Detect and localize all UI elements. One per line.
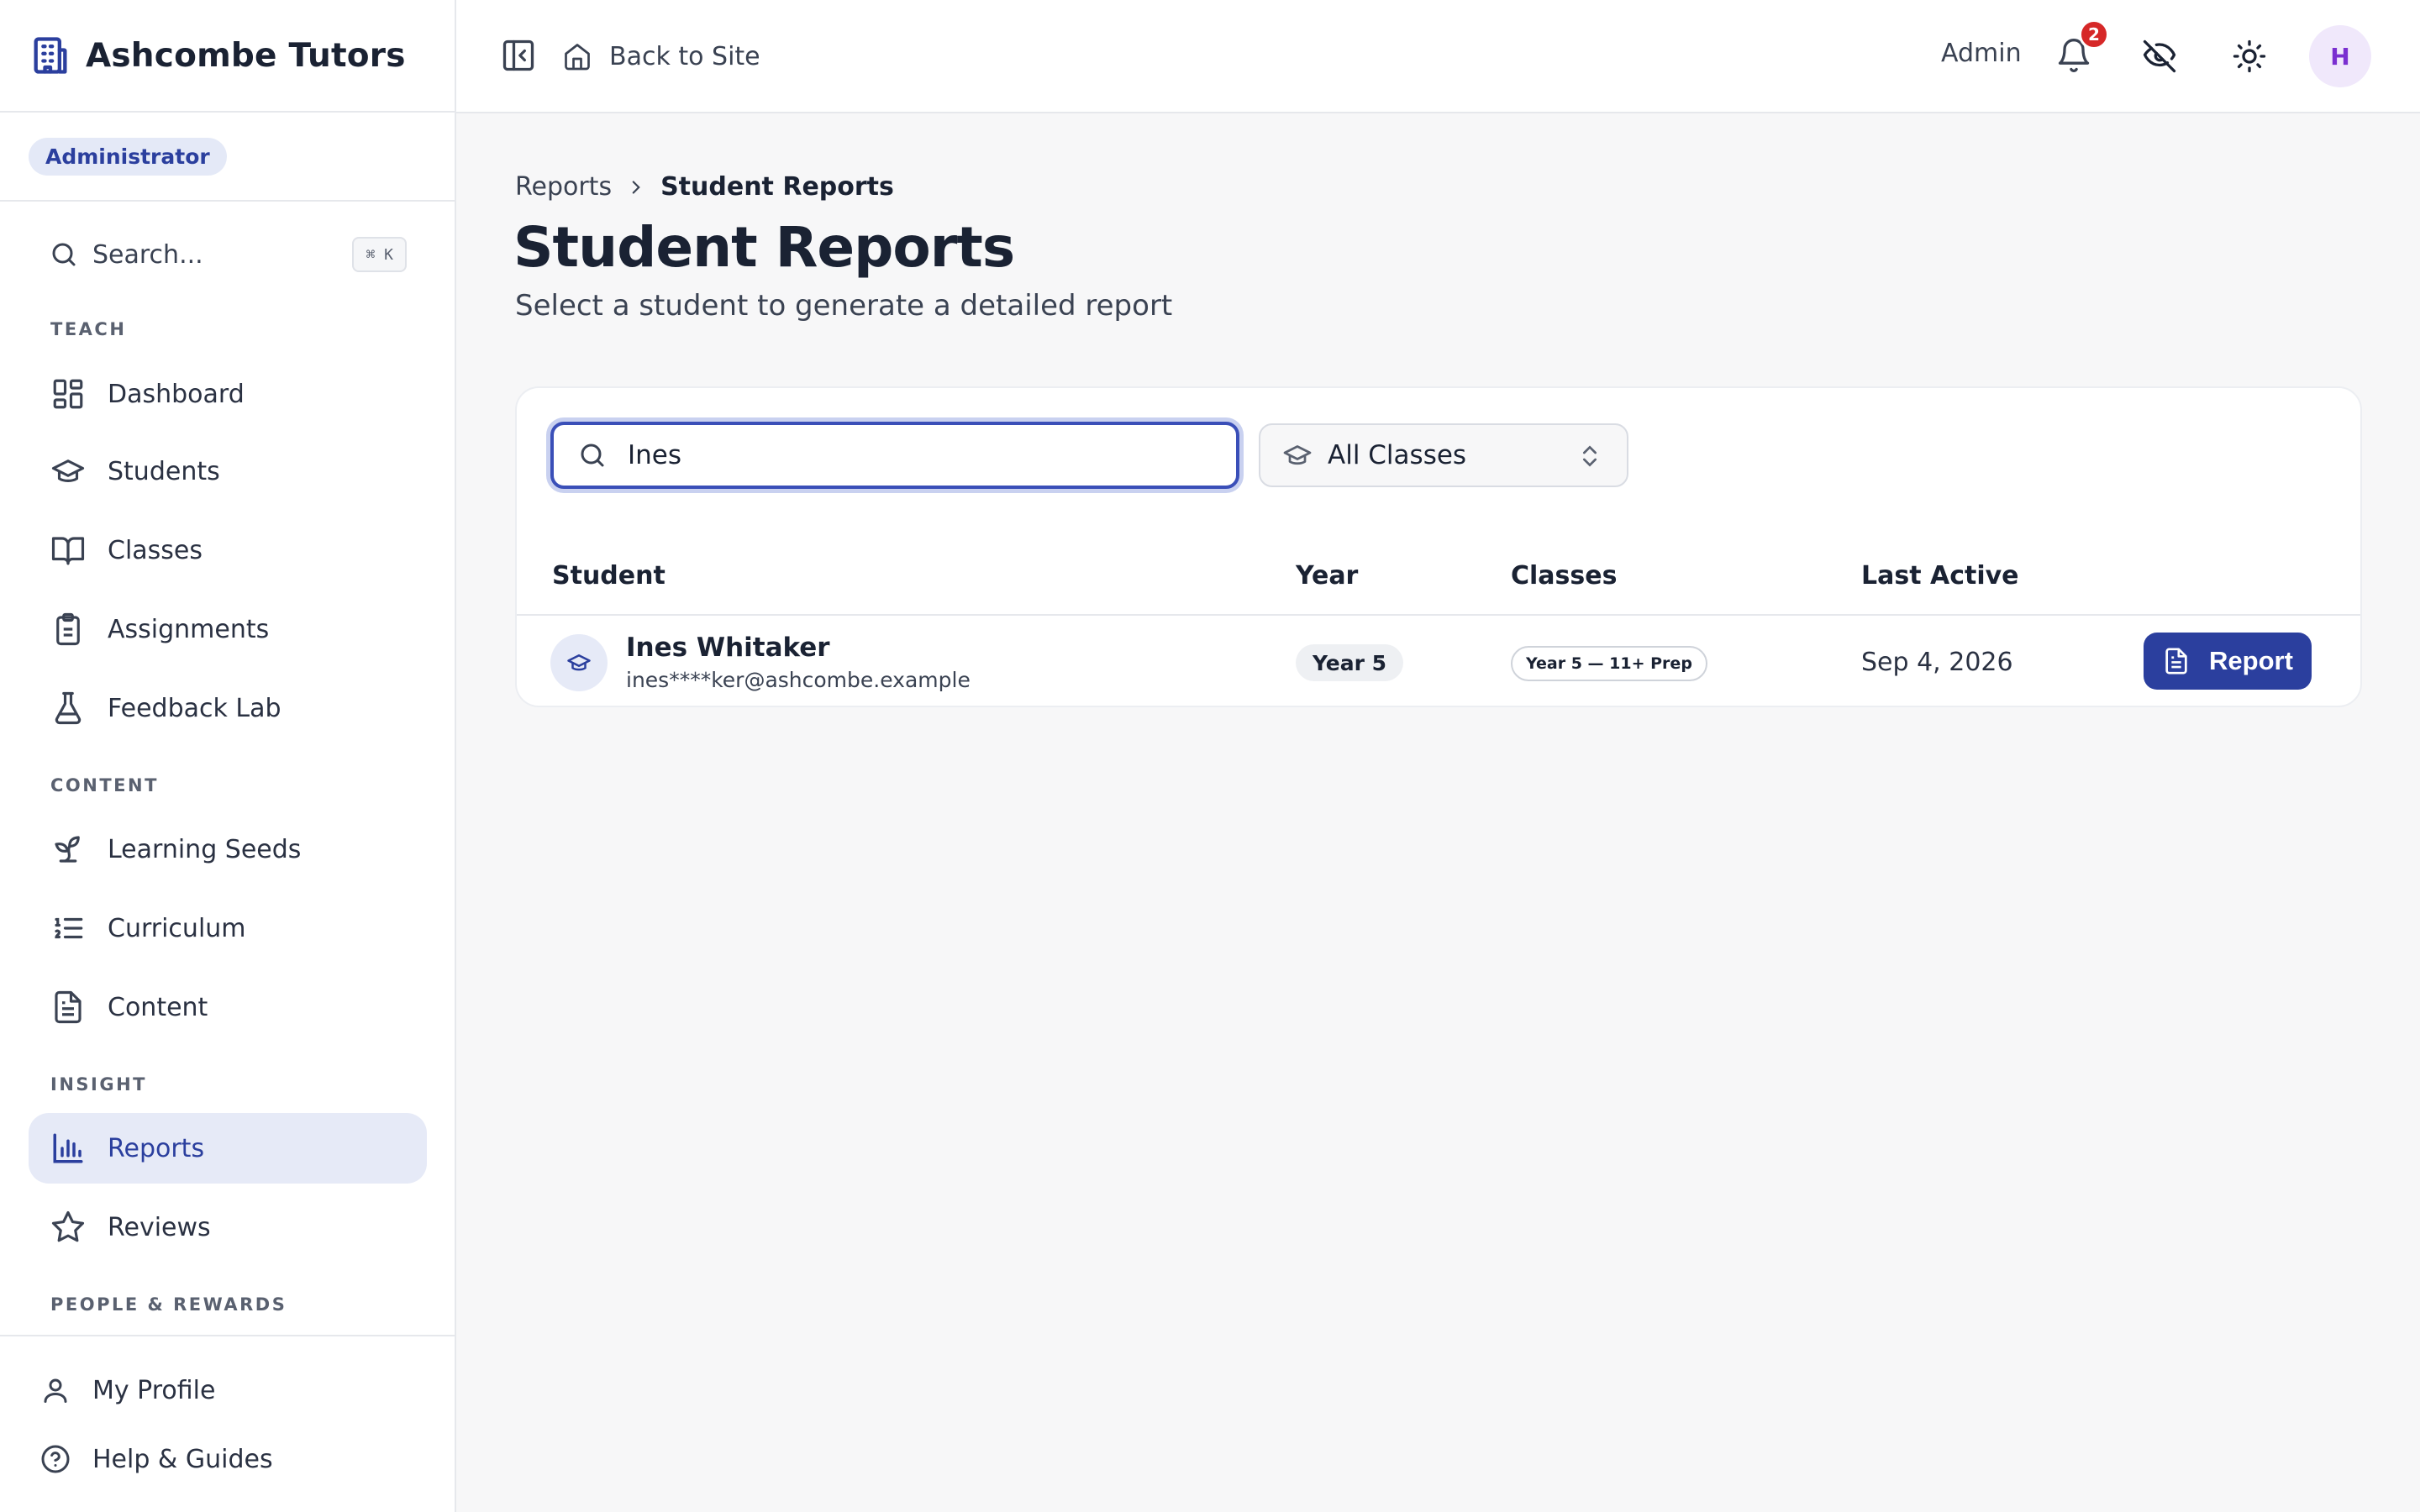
breadcrumb-current: Student Reports: [660, 172, 894, 202]
year-badge: Year 5: [1296, 644, 1404, 681]
column-header-last-active[interactable]: Last Active: [1861, 561, 2019, 591]
search-icon: [49, 239, 79, 270]
class-badge: Year 5 — 11+ Prep: [1511, 646, 1707, 681]
sidebar-search[interactable]: Search... ⌘ K: [29, 228, 407, 281]
avatar[interactable]: H: [2309, 25, 2371, 87]
sidebar-item-content[interactable]: Content: [29, 972, 427, 1042]
chevrons-up-down-icon: [1576, 442, 1603, 470]
sidebar-item-label: Assignments: [108, 614, 270, 644]
breadcrumb: Reports Student Reports: [515, 172, 894, 202]
sidebar-item-learning-seeds[interactable]: Learning Seeds: [29, 814, 427, 885]
eye-off-icon[interactable]: [2142, 39, 2177, 74]
graduation-cap-icon: [1282, 440, 1313, 470]
file-text-icon: [2162, 647, 2191, 675]
student-search-field[interactable]: [628, 440, 1199, 470]
notification-count-badge: 2: [2079, 19, 2109, 50]
sidebar-item-label: Curriculum: [108, 913, 246, 943]
class-filter-value: All Classes: [1328, 440, 1467, 470]
breadcrumb-parent[interactable]: Reports: [515, 172, 612, 202]
column-header-year[interactable]: Year: [1296, 561, 1358, 591]
section-label-content: CONTENT: [50, 775, 159, 795]
sidebar-item-label: My Profile: [92, 1375, 216, 1405]
graduation-cap-icon: [567, 654, 591, 671]
sidebar-item-my-profile[interactable]: My Profile: [40, 1369, 215, 1411]
sidebar-collapse-icon[interactable]: [500, 37, 537, 74]
page-title: Student Reports: [513, 215, 1015, 280]
report-button-label: Report: [2209, 646, 2293, 675]
sidebar-item-curriculum[interactable]: Curriculum: [29, 893, 427, 963]
sidebar-item-label: Students: [108, 456, 220, 486]
column-header-student[interactable]: Student: [552, 561, 666, 591]
building-icon: [29, 34, 72, 77]
sidebar-item-label: Classes: [108, 535, 203, 565]
sidebar-item-label: Learning Seeds: [108, 834, 302, 864]
sidebar-item-classes[interactable]: Classes: [29, 515, 427, 585]
book-open-icon: [50, 533, 86, 568]
student-email: ines****ker@ashcombe.example: [626, 668, 971, 692]
user-role-label[interactable]: Admin: [1941, 39, 2022, 68]
section-label-teach: TEACH: [50, 319, 127, 339]
sidebar-item-label: Dashboard: [108, 379, 245, 409]
brand-name: Ashcombe Tutors: [86, 36, 406, 75]
last-active-date: Sep 4, 2026: [1861, 648, 2013, 677]
student-search-input[interactable]: [550, 422, 1239, 489]
dashboard-icon: [50, 376, 86, 412]
student-reports-card: All Classes Student Year Classes Last Ac…: [515, 386, 2362, 707]
sidebar-footer: My Profile Help & Guides: [0, 1335, 455, 1512]
sidebar-item-label: Content: [108, 992, 208, 1022]
file-text-icon: [50, 990, 86, 1025]
role-area: Administrator: [0, 113, 455, 202]
section-label-insight: INSIGHT: [50, 1074, 147, 1095]
generate-report-button[interactable]: Report: [2144, 633, 2312, 690]
class-filter-select[interactable]: All Classes: [1259, 423, 1628, 487]
help-circle-icon: [40, 1444, 71, 1474]
sidebar-item-help-guides[interactable]: Help & Guides: [40, 1438, 273, 1480]
home-icon: [562, 41, 592, 71]
sidebar-item-assignments[interactable]: Assignments: [29, 594, 427, 664]
clipboard-icon: [50, 612, 86, 647]
sidebar-item-dashboard[interactable]: Dashboard: [29, 359, 427, 429]
sidebar-item-label: Feedback Lab: [108, 693, 281, 723]
bar-chart-icon: [50, 1131, 86, 1166]
chevron-right-icon: [625, 176, 647, 198]
role-badge: Administrator: [29, 137, 227, 176]
section-label-people-rewards: PEOPLE & REWARDS: [50, 1294, 287, 1315]
sidebar: Ashcombe Tutors Administrator Search... …: [0, 0, 456, 1512]
search-shortcut-hint: ⌘ K: [352, 237, 407, 272]
sidebar-item-students[interactable]: Students: [29, 436, 427, 507]
student-avatar: [550, 634, 608, 691]
star-icon: [50, 1210, 86, 1245]
back-to-site-link[interactable]: Back to Site: [562, 35, 760, 77]
sidebar-item-label: Help & Guides: [92, 1444, 273, 1474]
column-header-classes[interactable]: Classes: [1511, 561, 1617, 591]
list-ordered-icon: [50, 911, 86, 946]
topbar: Back to Site Admin 2 H: [456, 0, 2420, 113]
user-icon: [40, 1375, 71, 1405]
sidebar-search-placeholder: Search...: [92, 239, 203, 270]
sidebar-item-label: Reports: [108, 1133, 205, 1163]
sidebar-item-feedback-lab[interactable]: Feedback Lab: [29, 673, 427, 743]
search-icon: [577, 440, 608, 470]
back-to-site-label: Back to Site: [609, 41, 760, 71]
sidebar-item-reports[interactable]: Reports: [29, 1113, 427, 1184]
page-subtitle: Select a student to generate a detailed …: [515, 289, 1173, 323]
student-name: Ines Whitaker: [626, 633, 830, 663]
sidebar-item-reviews[interactable]: Reviews: [29, 1192, 427, 1263]
brand[interactable]: Ashcombe Tutors: [0, 0, 455, 113]
sprout-icon: [50, 832, 86, 867]
table-row[interactable]: Ines Whitaker ines****ker@ashcombe.examp…: [517, 616, 2360, 706]
flask-icon: [50, 690, 86, 726]
sidebar-item-label: Reviews: [108, 1212, 211, 1242]
graduation-cap-icon: [50, 454, 86, 489]
sun-icon[interactable]: [2232, 39, 2267, 74]
